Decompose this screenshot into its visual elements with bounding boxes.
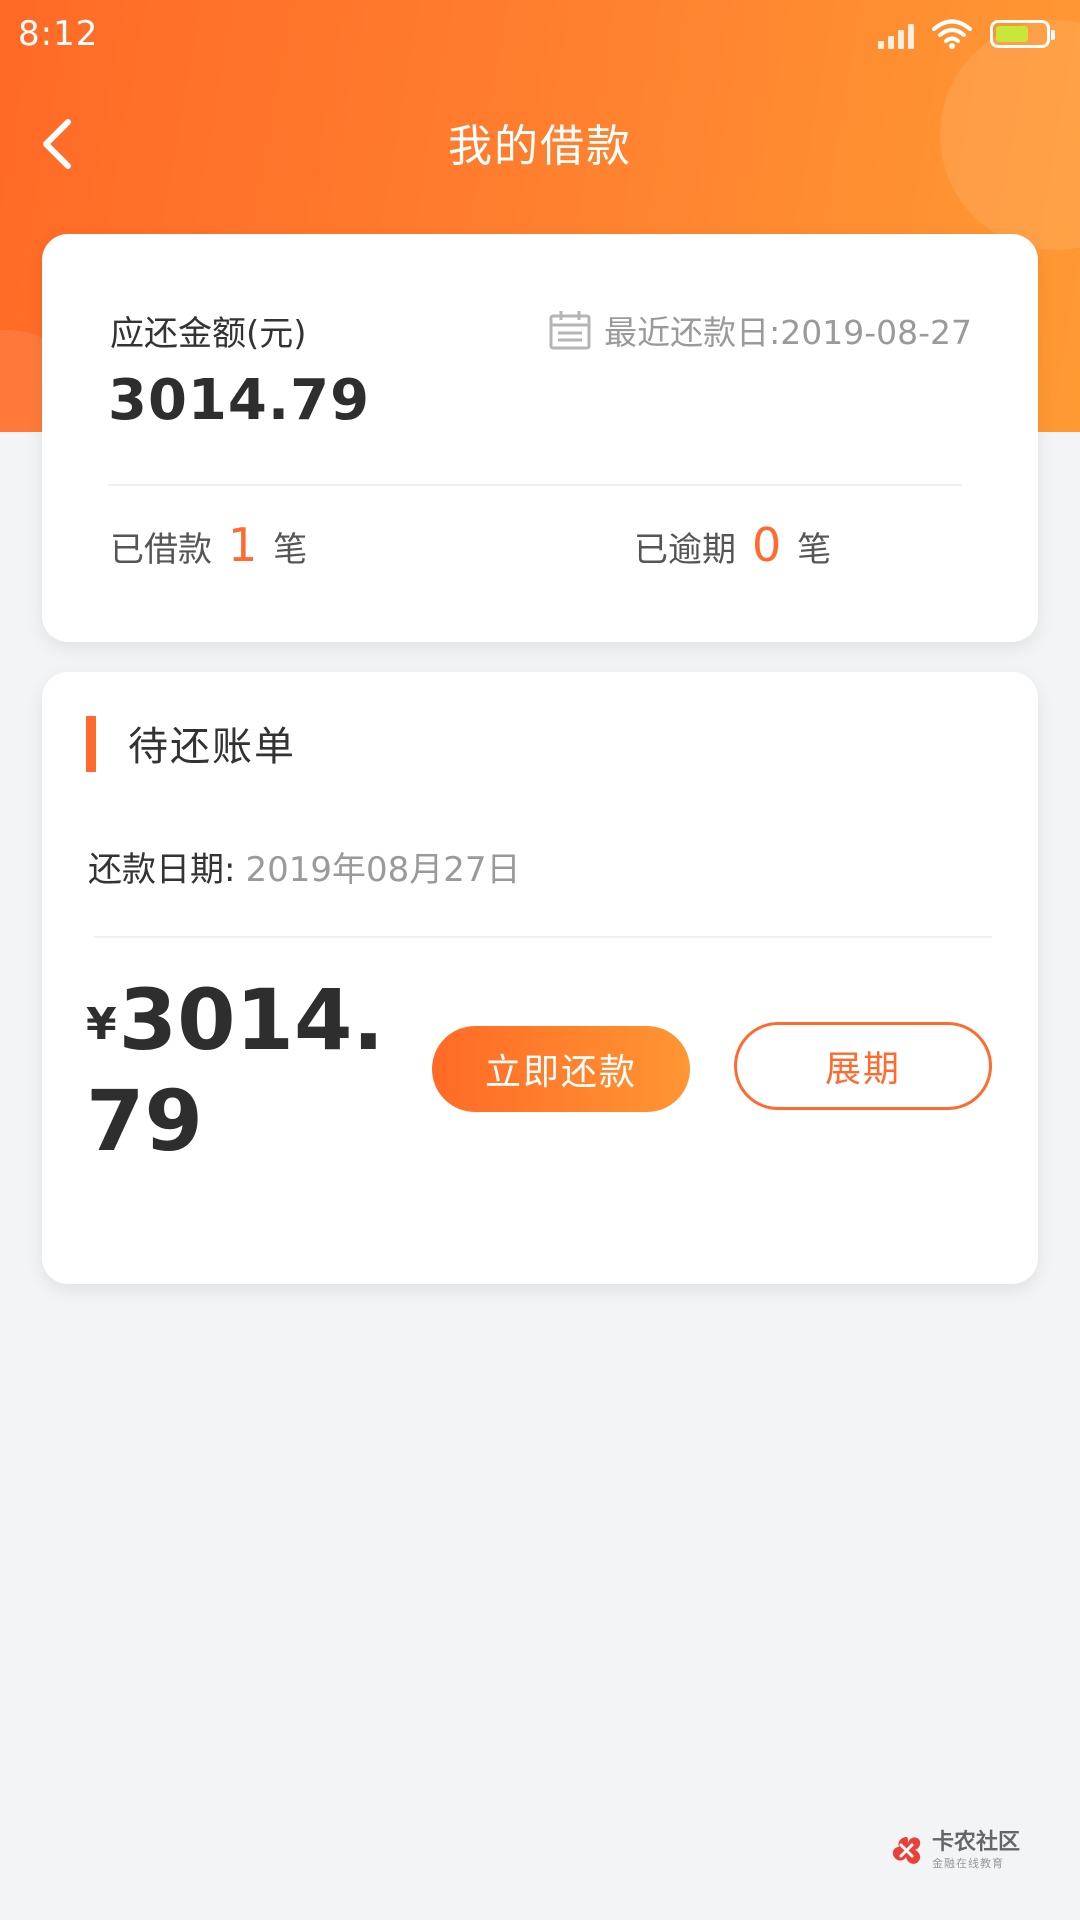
page-title: 我的借款 bbox=[448, 121, 632, 172]
extend-button[interactable]: 展期 bbox=[734, 1022, 992, 1110]
currency-symbol: ¥ bbox=[86, 999, 117, 1050]
watermark: 卡农社区 金融在线教育 bbox=[890, 1832, 1020, 1869]
calendar-icon bbox=[549, 311, 591, 350]
overdue-count: 0 bbox=[752, 518, 782, 572]
pending-bill-title: 待还账单 bbox=[128, 724, 296, 770]
recent-due-date: 最近还款日:2019-08-27 bbox=[548, 306, 972, 354]
battery-level bbox=[996, 26, 1029, 42]
bill-amount: ¥3014.79 bbox=[86, 972, 386, 1169]
watermark-name: 卡农社区 bbox=[931, 1830, 1020, 1855]
borrowed-count: 1 bbox=[228, 518, 258, 572]
repay-now-button[interactable]: 立即还款 bbox=[432, 1026, 690, 1112]
borrowed-suffix: 笔 bbox=[273, 530, 308, 570]
due-date-label: 还款日期: bbox=[88, 850, 236, 890]
borrowed-prefix: 已借款 bbox=[110, 530, 212, 570]
pending-bill-card: 待还账单 还款日期: 2019年08月27日 ¥3014.79 立即还款 展期 bbox=[42, 672, 1038, 1284]
battery-icon bbox=[990, 20, 1055, 48]
wifi-icon bbox=[932, 19, 972, 49]
watermark-text: 卡农社区 金融在线教育 bbox=[931, 1830, 1020, 1870]
overdue-suffix: 笔 bbox=[797, 530, 832, 570]
divider bbox=[94, 936, 992, 938]
title-accent-bar bbox=[86, 716, 96, 772]
kanong-logo-icon bbox=[892, 1836, 921, 1864]
status-icons bbox=[878, 18, 1055, 50]
recent-due-date-text: 最近还款日:2019-08-27 bbox=[604, 313, 972, 352]
status-time: 8:12 bbox=[18, 14, 99, 54]
watermark-tagline: 金融在线教育 bbox=[931, 1857, 1004, 1870]
overdue-prefix: 已逾期 bbox=[634, 530, 736, 570]
divider bbox=[108, 484, 962, 486]
status-bar: 8:12 bbox=[0, 0, 1080, 72]
amount-due-value: 3014.79 bbox=[108, 368, 371, 433]
bill-amount-value: 3014.79 bbox=[86, 971, 385, 1170]
amount-due-label: 应还金额(元) bbox=[110, 314, 307, 354]
loan-summary-card: 应还金额(元) 3014.79 最近还款日:2019-08-27 已借款 1 笔… bbox=[42, 234, 1038, 642]
due-date-value: 2019年08月27日 bbox=[245, 850, 521, 890]
overdue-count-stat: 已逾期 0 笔 bbox=[634, 518, 831, 572]
due-date-row: 还款日期: 2019年08月27日 bbox=[88, 842, 521, 891]
signal-icon bbox=[878, 19, 914, 49]
borrowed-count-stat: 已借款 1 笔 bbox=[110, 518, 307, 572]
